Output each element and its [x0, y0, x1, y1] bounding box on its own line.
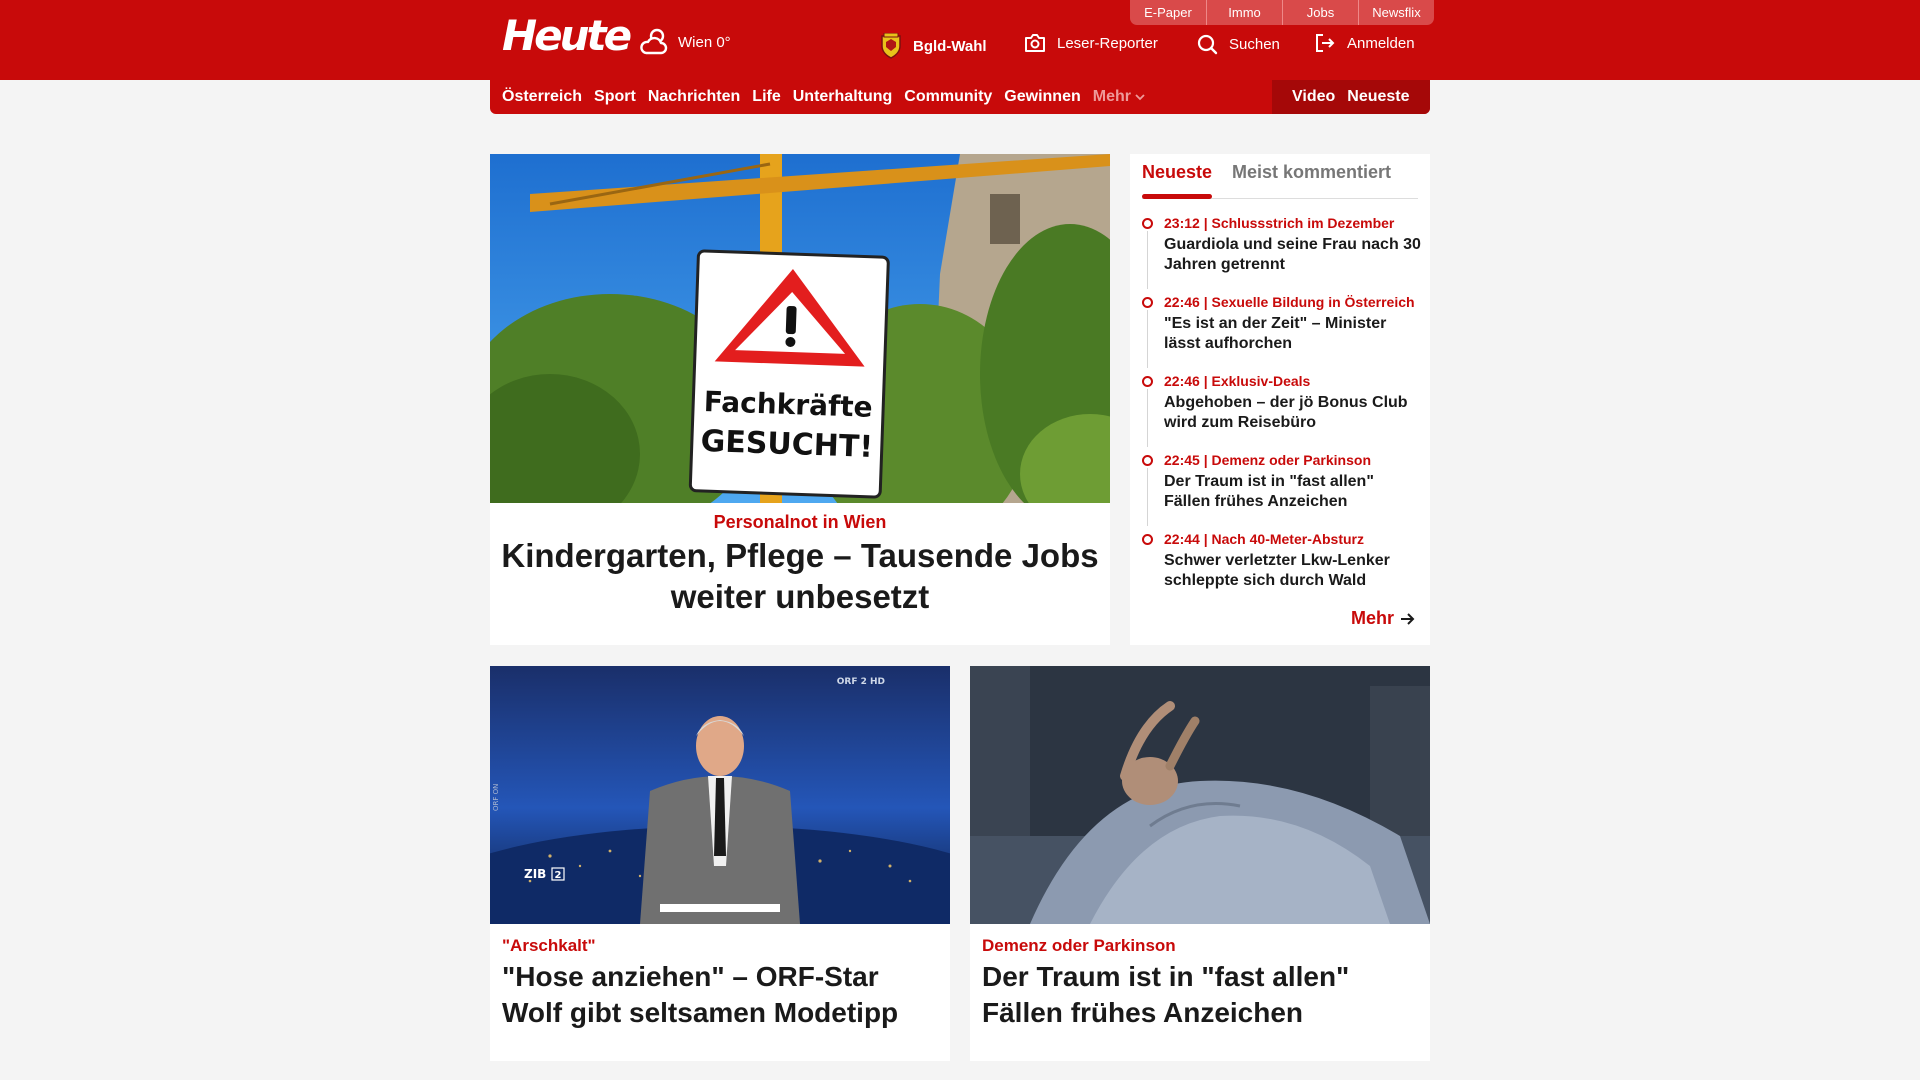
timeline-line	[1147, 389, 1148, 447]
sign-text-line2: GESUCHT!	[700, 424, 873, 465]
card-headline[interactable]: "Hose anziehen" – ORF-Star Wolf gibt sel…	[502, 959, 942, 1031]
arrow-right-icon	[1401, 612, 1415, 625]
list-item[interactable]: 22:46 | Exklusiv-Deals Abgehoben – der j…	[1142, 372, 1422, 451]
news-sidebar: Neueste Meist kommentiert 23:12 | Schlus…	[1130, 154, 1430, 645]
leser-reporter-link[interactable]: Leser-Reporter	[1024, 33, 1158, 53]
leser-reporter-label: Leser-Reporter	[1057, 34, 1158, 52]
news-meta: 23:12 | Schlussstrich im Dezember	[1164, 215, 1395, 231]
weather-widget[interactable]: Wien 0°	[638, 26, 731, 58]
zib-badge: ZIB	[524, 867, 546, 881]
jobs-link[interactable]: Jobs	[1282, 0, 1358, 25]
newsflix-link[interactable]: Newsflix	[1358, 0, 1434, 25]
login-icon	[1316, 34, 1335, 52]
news-title[interactable]: "Es ist an der Zeit" – Minister lässt au…	[1164, 314, 1422, 354]
timeline-dot	[1142, 297, 1153, 308]
news-title[interactable]: Schwer verletzter Lkw-Lenker schleppte s…	[1164, 551, 1422, 591]
card-kicker[interactable]: "Arschkalt"	[502, 936, 596, 956]
news-title[interactable]: Der Traum ist in "fast allen" Fällen frü…	[1164, 472, 1422, 512]
nav-more-dropdown[interactable]: Mehr	[1093, 88, 1145, 106]
chevron-down-icon	[1135, 94, 1145, 101]
weather-text: Wien 0°	[678, 33, 731, 51]
list-item[interactable]: 22:45 | Demenz oder Parkinson Der Traum …	[1142, 451, 1422, 530]
timeline-dot	[1142, 218, 1153, 229]
orf-watermark: ORF 2 HD	[837, 677, 885, 687]
search-icon	[1197, 34, 1218, 55]
site-header: E-Paper Immo Jobs Newsflix Heute Wien 0°…	[0, 0, 1920, 80]
more-news-label: Mehr	[1350, 608, 1394, 628]
orf-on-label: ORF ON	[492, 784, 500, 811]
heute-logo[interactable]: Heute	[502, 12, 632, 60]
article-card[interactable]: ORF 2 HD ORF ON ZIB 2 "Arschkalt" "Hose …	[490, 666, 950, 1061]
news-meta: 22:46 | Exklusiv-Deals	[1164, 373, 1311, 389]
nav-item-oesterreich[interactable]: Österreich	[502, 88, 582, 106]
news-meta: 22:46 | Sexuelle Bildung in Österreich	[1164, 294, 1415, 310]
camera-icon	[1025, 34, 1045, 52]
list-item[interactable]: 23:12 | Schlussstrich im Dezember Guardi…	[1142, 214, 1422, 293]
news-title[interactable]: Guardiola und seine Frau nach 30 Jahren …	[1164, 235, 1422, 275]
timeline-dot	[1142, 534, 1153, 545]
timeline-line	[1147, 231, 1148, 289]
nav-item-community[interactable]: Community	[904, 88, 992, 106]
main-navigation: Österreich Sport Nachrichten Life Unterh…	[490, 80, 1430, 114]
article-image-news-anchor[interactable]: ORF 2 HD ORF ON ZIB 2	[490, 666, 950, 924]
epaper-link[interactable]: E-Paper	[1130, 0, 1206, 25]
login-label: Anmelden	[1347, 34, 1415, 52]
timeline-line	[1147, 468, 1148, 526]
news-title[interactable]: Abgehoben – der jö Bonus Club wird zum R…	[1164, 393, 1422, 433]
list-item[interactable]: 22:46 | Sexuelle Bildung in Österreich "…	[1142, 293, 1422, 372]
search-link[interactable]: Suchen	[1196, 33, 1280, 55]
bgld-wahl-link[interactable]: Bgld-Wahl	[880, 33, 987, 59]
bgld-wahl-label: Bgld-Wahl	[913, 37, 987, 55]
card-kicker[interactable]: Demenz oder Parkinson	[982, 936, 1176, 956]
active-tab-indicator	[1142, 194, 1212, 199]
nav-item-neueste[interactable]: Neueste	[1347, 88, 1409, 106]
article-card[interactable]: Demenz oder Parkinson Der Traum ist in "…	[970, 666, 1430, 1061]
tab-neueste[interactable]: Neueste	[1142, 162, 1212, 183]
news-meta: 22:45 | Demenz oder Parkinson	[1164, 452, 1371, 468]
nav-item-sport[interactable]: Sport	[594, 88, 636, 106]
sign-text-line1: Fachkräfte	[703, 385, 873, 424]
hero-article[interactable]: Fachkräfte GESUCHT! Personalnot in Wien …	[490, 154, 1110, 645]
hero-kicker[interactable]: Personalnot in Wien	[490, 512, 1110, 533]
card-headline[interactable]: Der Traum ist in "fast allen" Fällen frü…	[982, 959, 1422, 1031]
nav-right-section: Video Neueste	[1272, 80, 1430, 114]
timeline-dot	[1142, 455, 1153, 466]
list-item[interactable]: 22:44 | Nach 40-Meter-Absturz Schwer ver…	[1142, 530, 1422, 609]
nav-item-life[interactable]: Life	[752, 88, 780, 106]
nav-item-nachrichten[interactable]: Nachrichten	[648, 88, 740, 106]
sidebar-tabs: Neueste Meist kommentiert	[1142, 154, 1418, 199]
timeline-dot	[1142, 376, 1153, 387]
timeline-line	[1147, 310, 1148, 368]
immo-link[interactable]: Immo	[1206, 0, 1282, 25]
more-news-link[interactable]: Mehr	[1351, 608, 1416, 629]
tab-meist-kommentiert[interactable]: Meist kommentiert	[1232, 162, 1391, 183]
hero-image[interactable]: Fachkräfte GESUCHT!	[490, 154, 1110, 503]
top-links-bar: E-Paper Immo Jobs Newsflix	[1130, 0, 1434, 25]
coat-of-arms-icon	[881, 33, 901, 59]
weather-cloud-icon	[640, 28, 668, 55]
news-meta: 22:44 | Nach 40-Meter-Absturz	[1164, 531, 1364, 547]
login-link[interactable]: Anmelden	[1314, 33, 1415, 53]
nav-item-video[interactable]: Video	[1292, 88, 1335, 106]
nav-item-unterhaltung[interactable]: Unterhaltung	[793, 88, 893, 106]
article-image-sleeping-person[interactable]	[970, 666, 1430, 924]
zib-badge-number: 2	[555, 870, 562, 881]
nav-more-label: Mehr	[1092, 88, 1131, 105]
hero-headline[interactable]: Kindergarten, Pflege – Tausende Jobs wei…	[500, 535, 1100, 617]
search-label: Suchen	[1229, 35, 1280, 53]
news-list: 23:12 | Schlussstrich im Dezember Guardi…	[1142, 214, 1422, 609]
nav-item-gewinnen[interactable]: Gewinnen	[1004, 88, 1080, 106]
